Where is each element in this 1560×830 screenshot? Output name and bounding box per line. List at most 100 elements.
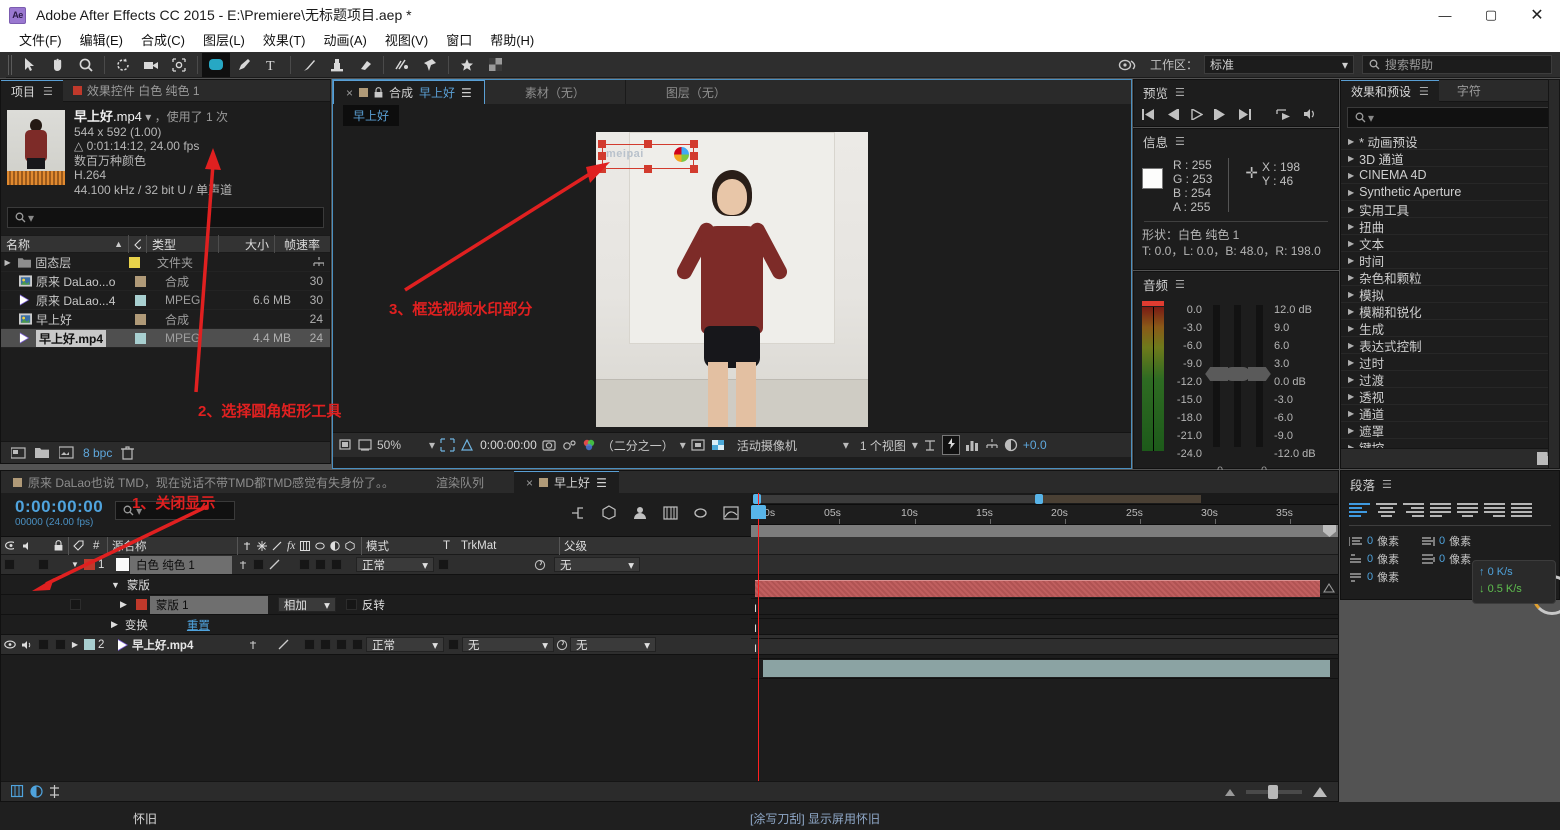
tab-render-queue[interactable]: 渲染队列 — [406, 471, 514, 493]
grid-guides-icon[interactable] — [460, 438, 475, 452]
resize-handle-t[interactable] — [644, 139, 652, 148]
clone-stamp-tool[interactable] — [323, 53, 351, 77]
preserve-transparency-toggle[interactable] — [434, 559, 452, 570]
transparency-grid-icon[interactable] — [711, 438, 726, 452]
roto-brush-tool[interactable] — [388, 53, 416, 77]
first-frame-icon[interactable] — [1142, 108, 1155, 120]
toggle-switches-modes-icon[interactable] — [11, 785, 24, 798]
justify-all-button[interactable] — [1511, 501, 1532, 518]
time-ruler-ticks[interactable]: 0s 05s 10s 15s 20s 25s 30s 35s — [751, 505, 1338, 525]
loop-icon[interactable] — [1276, 108, 1292, 120]
zoom-slider-handle[interactable] — [1268, 784, 1278, 799]
expand-triangle[interactable]: ▶ — [111, 619, 118, 630]
3d-renderer-icon[interactable] — [601, 505, 617, 520]
fast-preview-button[interactable] — [941, 435, 960, 455]
composition-mini-flowchart-icon[interactable] — [570, 506, 586, 520]
workspace-select[interactable]: 标准 ▾ — [1204, 55, 1354, 74]
blend-mode-select[interactable]: 正常 ▾ — [366, 637, 444, 652]
menu-help[interactable]: 帮助(H) — [481, 30, 543, 52]
comp-flowchart-icon[interactable] — [985, 439, 999, 451]
tab-project[interactable]: 项目 ☰ — [1, 79, 63, 102]
layer-bar-solid[interactable] — [755, 580, 1320, 597]
track-mask[interactable]: I — [751, 619, 1338, 639]
blend-mode-value-box[interactable]: 正常 ▾ — [366, 637, 444, 652]
camera-snapshot-icon[interactable] — [542, 438, 557, 452]
eye-icon[interactable] — [3, 640, 16, 649]
zoom-out-icon[interactable] — [1224, 787, 1236, 797]
minimize-button[interactable]: — — [1422, 0, 1468, 30]
puppet-pin-tool[interactable] — [416, 53, 444, 77]
fader-knob-right[interactable] — [1247, 367, 1271, 381]
parent-value-box[interactable]: 无 ▾ — [554, 557, 640, 572]
speaker-icon[interactable] — [21, 640, 33, 650]
timeline-options-icon[interactable] — [49, 785, 60, 798]
resize-handle-b[interactable] — [644, 164, 652, 173]
eraser-tool[interactable] — [351, 53, 379, 77]
motion-blur-icon[interactable] — [693, 506, 708, 520]
panel-menu-icon[interactable]: ☰ — [1175, 86, 1185, 99]
menu-file[interactable]: 文件(F) — [10, 30, 71, 52]
draft-3d-icon[interactable] — [632, 505, 648, 520]
justify-last-center-button[interactable] — [1457, 501, 1478, 518]
mask-color-swatch[interactable] — [133, 599, 150, 610]
align-center-button[interactable] — [1376, 501, 1397, 518]
list-item[interactable]: ▶ 生成 — [1341, 320, 1559, 337]
parent-pick-whip-icon[interactable] — [534, 559, 546, 571]
mask-blend-select[interactable]: 相加 ▾ — [277, 597, 336, 612]
layer-bar-video[interactable] — [763, 660, 1330, 677]
indent-right-field[interactable]: 0 像素 — [1421, 533, 1487, 549]
pan-behind-tool[interactable] — [165, 53, 193, 77]
hide-shy-layers-icon[interactable] — [663, 505, 678, 520]
list-item[interactable]: ▶ CINEMA 4D — [1341, 167, 1559, 184]
list-item[interactable]: ▶ Synthetic Aperture — [1341, 184, 1559, 201]
quality-icon[interactable] — [278, 639, 290, 651]
mask-invert-checkbox[interactable]: 反转 — [345, 597, 385, 613]
audio-toggle[interactable] — [18, 640, 35, 650]
previous-frame-icon[interactable] — [1166, 108, 1179, 120]
menu-layer[interactable]: 图层(L) — [194, 30, 254, 52]
justify-last-left-button[interactable] — [1430, 501, 1451, 518]
track-mask-group[interactable]: I — [751, 599, 1338, 619]
list-item[interactable]: ▶ 过渡 — [1341, 371, 1559, 388]
solo-toggle[interactable] — [35, 639, 52, 650]
space-after-field[interactable]: 0 像素 — [1349, 569, 1415, 585]
tab-layer[interactable]: 图层（无） — [626, 80, 766, 104]
fast-previews-icon[interactable] — [562, 438, 577, 452]
panel-menu-icon[interactable]: ☰ — [596, 476, 607, 490]
network-speed-overlay[interactable]: ↑ 0 K/s ↓ 0.5 K/s — [1472, 560, 1556, 604]
graph-editor-toggle-icon[interactable] — [30, 785, 43, 798]
show-snapshot-icon[interactable] — [358, 438, 372, 452]
preserve-transparency-toggle[interactable] — [444, 639, 462, 650]
list-item[interactable]: ▶ 通道 — [1341, 405, 1559, 422]
lock-toggle[interactable] — [52, 639, 69, 650]
pixel-aspect-icon[interactable] — [923, 438, 937, 452]
interpret-footage-icon[interactable] — [11, 446, 26, 459]
menu-edit[interactable]: 编辑(E) — [71, 30, 132, 52]
expand-triangle[interactable]: ▶ — [69, 640, 81, 649]
panel-menu-icon[interactable]: ☰ — [43, 85, 53, 98]
tab-character[interactable]: 字符 — [1439, 80, 1499, 102]
panel-menu-icon[interactable]: ☰ — [461, 86, 472, 100]
sync-settings-icon[interactable] — [1118, 58, 1140, 72]
parent-value-box[interactable]: 无 ▾ — [570, 637, 656, 652]
last-frame-icon[interactable] — [1238, 108, 1251, 120]
timeline-zoom-control[interactable] — [1224, 784, 1328, 799]
list-item[interactable]: ▶ 模拟 — [1341, 286, 1559, 303]
navigator-end-handle[interactable] — [1323, 525, 1336, 537]
channels-icon[interactable] — [582, 438, 597, 452]
current-time-indicator[interactable] — [751, 493, 766, 781]
list-item[interactable]: ▶ 透视 — [1341, 388, 1559, 405]
exposure-icon[interactable] — [1004, 438, 1018, 452]
camera-tool[interactable] — [137, 53, 165, 77]
next-frame-icon[interactable] — [1214, 108, 1227, 120]
exposure-value[interactable]: +0.0 — [1023, 438, 1047, 452]
parent-select[interactable]: 无 ▾ — [554, 557, 640, 572]
space-before-field[interactable]: 0 像素 — [1349, 551, 1415, 567]
keyframe-marker[interactable]: I — [754, 623, 757, 635]
work-area-bar[interactable] — [751, 493, 1338, 505]
list-item[interactable]: ▶ 3D 通道 — [1341, 150, 1559, 167]
camera-select[interactable]: 活动摄像机 ▾ — [737, 437, 849, 454]
align-left-button[interactable] — [1349, 501, 1370, 518]
region-of-interest-icon[interactable] — [440, 438, 455, 452]
trkmat-value-box[interactable]: 无 ▾ — [462, 637, 554, 652]
